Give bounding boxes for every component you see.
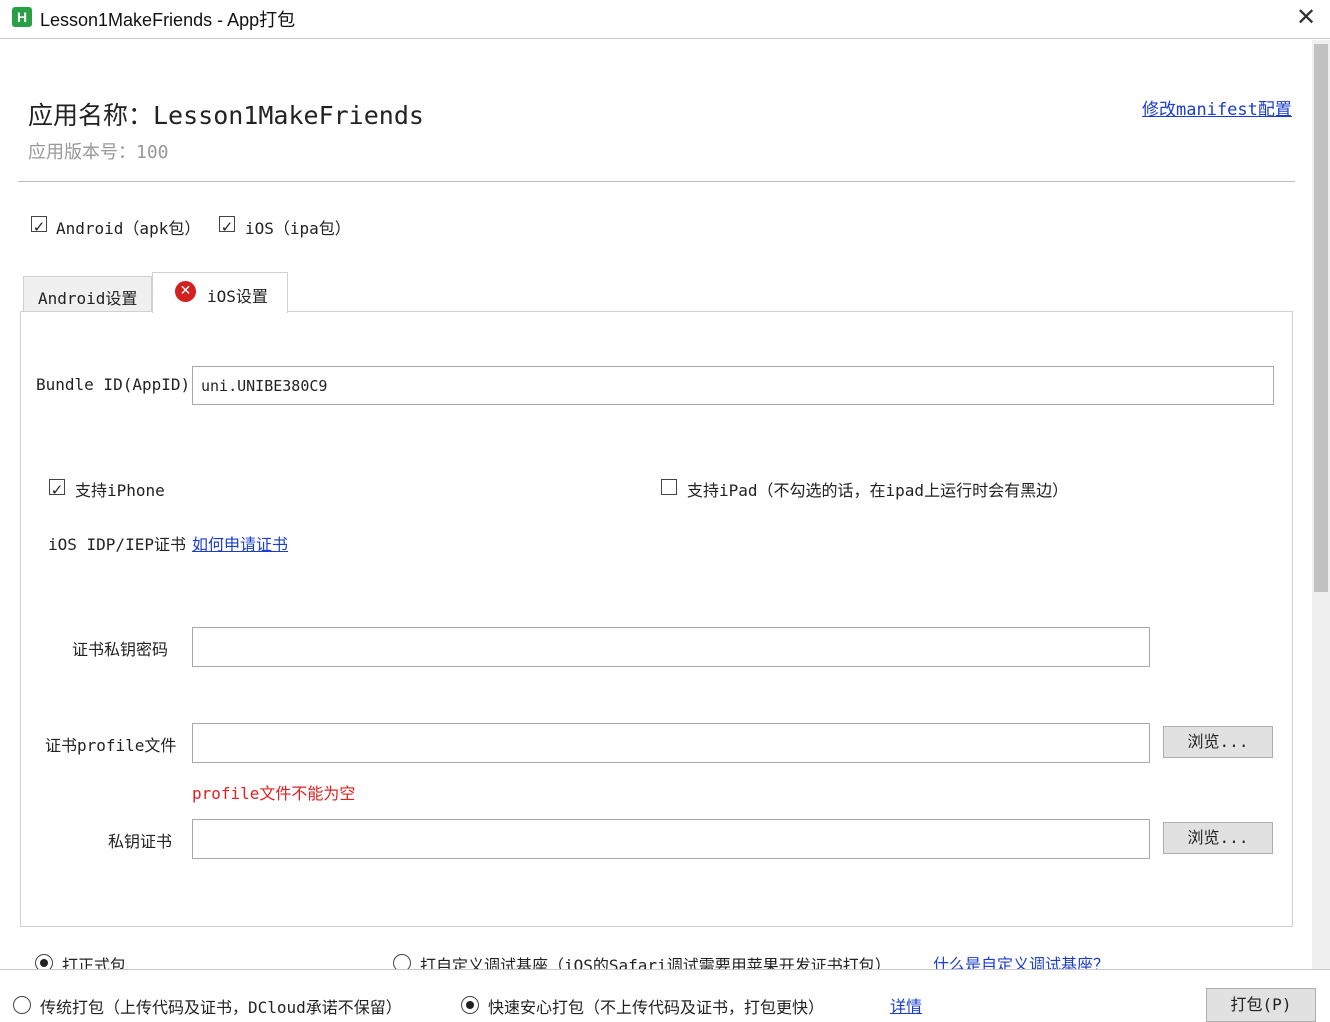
private-cert-input[interactable] — [192, 819, 1150, 859]
edit-manifest-link[interactable]: 修改manifest配置 — [1142, 95, 1292, 120]
app-version: 应用版本号：100 — [28, 142, 169, 163]
tab-android-settings[interactable]: Android设置 — [23, 276, 152, 311]
radio-dot — [465, 1000, 474, 1009]
header-divider — [18, 181, 1295, 182]
android-checkbox-label: Android（apk包） — [56, 219, 201, 238]
radio-dot — [39, 958, 48, 967]
scrollbar-thumb[interactable] — [1314, 44, 1328, 592]
checkmark-icon: ✓ — [220, 218, 234, 236]
profile-file-input[interactable] — [192, 723, 1150, 763]
how-to-apply-cert-link[interactable]: 如何申请证书 — [192, 531, 288, 555]
app-name: 应用名称：Lesson1MakeFriends — [28, 101, 424, 130]
support-iphone-checkbox[interactable]: ✓ — [49, 479, 65, 498]
ios-checkbox-label: iOS（ipa包） — [245, 219, 351, 238]
android-checkbox[interactable]: ✓ — [31, 216, 47, 235]
browse-profile-button[interactable]: 浏览... — [1163, 726, 1273, 758]
ios-checkbox[interactable]: ✓ — [219, 216, 235, 235]
checkmark-icon: ✓ — [50, 481, 64, 499]
traditional-pack-label: 传统打包（上传代码及证书，DCloud承诺不保留） — [40, 998, 402, 1017]
support-ipad-label: 支持iPad（不勾选的话，在ipad上运行时会有黑边） — [687, 481, 1069, 500]
private-cert-label: 私钥证书 — [108, 832, 173, 851]
bundle-id-input[interactable] — [192, 366, 1274, 405]
tab-label: Android设置 — [38, 289, 138, 308]
window-title: Lesson1MakeFriends - App打包 — [40, 10, 296, 30]
key-password-label: 证书私钥密码 — [72, 640, 169, 659]
checkmark-icon: ✓ — [32, 218, 46, 236]
pack-button[interactable]: 打包(P) — [1206, 988, 1316, 1022]
traditional-pack-radio[interactable] — [13, 996, 31, 1014]
browse-private-cert-button[interactable]: 浏览... — [1163, 822, 1273, 854]
ios-cert-label: iOS IDP/IEP证书 — [48, 535, 186, 554]
hbuilder-app-icon: H — [12, 7, 32, 27]
tab-label: iOS设置 — [207, 287, 268, 306]
profile-error-message: profile文件不能为空 — [192, 784, 356, 803]
fast-pack-label: 快速安心打包（不上传代码及证书，打包更快） — [488, 998, 825, 1017]
tab-ios-settings[interactable]: ✕ iOS设置 — [152, 272, 288, 313]
bundle-id-label: Bundle ID(AppID) — [36, 375, 191, 394]
fast-pack-radio[interactable] — [461, 996, 479, 1014]
close-icon[interactable]: ✕ — [1294, 5, 1318, 29]
support-ipad-checkbox[interactable] — [661, 479, 677, 495]
title-bar: H Lesson1MakeFriends - App打包 ✕ — [0, 0, 1330, 39]
error-icon: ✕ — [175, 281, 196, 302]
bottom-divider — [0, 969, 1330, 970]
key-password-input[interactable] — [192, 627, 1150, 667]
details-link[interactable]: 详情 — [890, 993, 922, 1017]
profile-file-label: 证书profile文件 — [45, 736, 177, 755]
support-iphone-label: 支持iPhone — [75, 481, 165, 500]
